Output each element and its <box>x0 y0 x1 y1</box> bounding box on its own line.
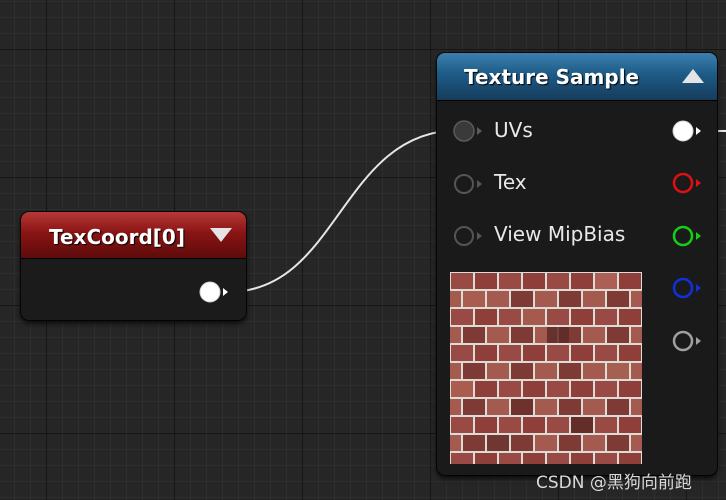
collapse-arrow-down-icon[interactable] <box>210 228 232 242</box>
texcoord-node-title: TexCoord[0] <box>49 225 185 249</box>
material-graph-canvas[interactable]: TexCoord[0] Texture Sample UVs Tex View … <box>0 0 726 500</box>
tex-input-label: Tex <box>494 170 527 194</box>
texcoord-output-pin[interactable] <box>199 280 231 304</box>
g-output-pin[interactable] <box>671 224 705 248</box>
rgb-output-pin[interactable] <box>671 119 705 143</box>
texcoord-node-header[interactable]: TexCoord[0] <box>21 212 246 259</box>
b-output-pin[interactable] <box>671 276 705 300</box>
texture-sample-node[interactable]: Texture Sample UVs Tex View MipBias <box>437 53 717 475</box>
view-mipbias-input-label: View MipBias <box>494 222 626 246</box>
texture-sample-node-title: Texture Sample <box>464 65 640 89</box>
watermark-text: CSDN @黑狗向前跑 <box>536 473 692 493</box>
brick-texture-preview <box>450 272 642 464</box>
collapse-arrow-up-icon[interactable] <box>682 69 704 83</box>
texture-sample-node-header[interactable]: Texture Sample <box>437 53 717 101</box>
texcoord-node[interactable]: TexCoord[0] <box>21 212 246 320</box>
a-output-pin[interactable] <box>671 329 705 353</box>
wire-texcoord-to-uvs[interactable] <box>227 129 461 293</box>
view-mipbias-input-pin[interactable] <box>452 224 486 248</box>
uvs-input-label: UVs <box>494 118 533 142</box>
tex-input-pin[interactable] <box>452 172 486 196</box>
r-output-pin[interactable] <box>671 171 705 195</box>
uvs-input-pin[interactable] <box>452 119 486 143</box>
